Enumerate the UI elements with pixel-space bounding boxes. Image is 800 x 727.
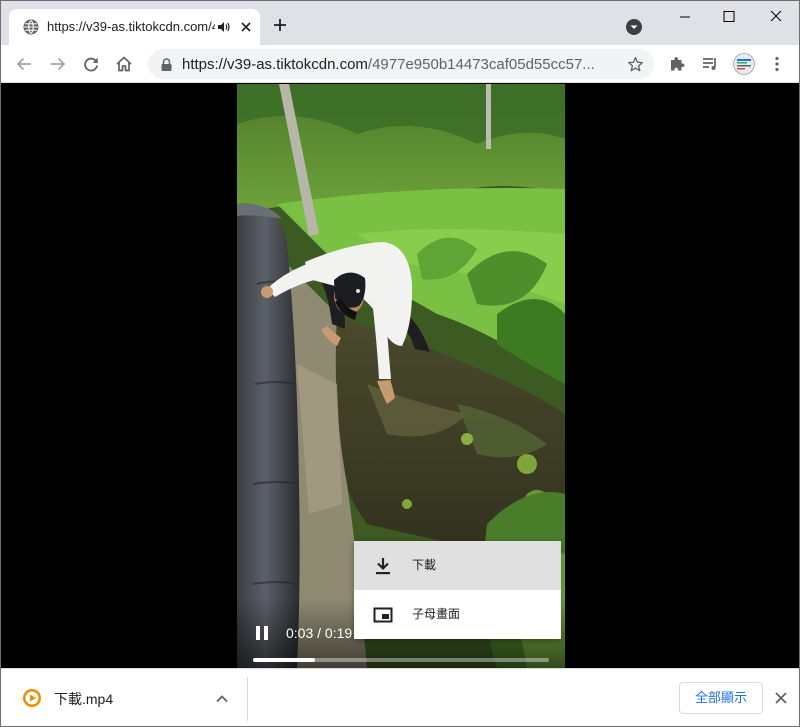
download-file-name: 下載.mp4 [54, 691, 114, 707]
profile-avatar-icon[interactable] [733, 53, 755, 75]
url-text: https://v39-as.tiktokcdn.com/4977e950b14… [182, 56, 612, 73]
picture-in-picture-icon [373, 607, 393, 623]
menu-item-picture-in-picture-label: 子母畫面 [412, 607, 461, 621]
download-shelf: 下載.mp4 全部顯示 [1, 668, 799, 726]
pause-icon[interactable] [256, 626, 268, 640]
maximize-icon[interactable] [705, 1, 753, 33]
video-context-menu: 下載 子母畫面 [354, 541, 561, 639]
time-display: 0:03 / 0:19 [286, 625, 353, 641]
progress-bar[interactable] [253, 658, 549, 662]
shelf-divider [247, 677, 248, 721]
show-all-button[interactable]: 全部顯示 [679, 682, 763, 714]
minimize-icon[interactable] [661, 1, 709, 33]
address-bar[interactable]: https://v39-as.tiktokcdn.com/4977e950b14… [148, 49, 654, 79]
url-host: https://v39-as.tiktokcdn.com [182, 56, 368, 73]
media-control-icon[interactable] [701, 55, 719, 73]
extensions-puzzle-icon[interactable] [668, 55, 686, 73]
tab-search-dropdown-icon[interactable] [626, 19, 642, 35]
speaker-icon[interactable] [217, 20, 231, 34]
menu-item-download[interactable]: 下載 [354, 541, 561, 590]
download-icon [376, 558, 390, 575]
menu-item-picture-in-picture[interactable]: 子母畫面 [354, 590, 561, 639]
forward-arrow-icon[interactable] [49, 55, 67, 73]
active-tab[interactable]: https://v39-as.tiktokcdn.com/4977e950b14… [9, 9, 260, 45]
chevron-up-icon[interactable] [215, 692, 229, 706]
browser-toolbar: https://v39-as.tiktokcdn.com/4977e950b14… [1, 45, 799, 83]
new-tab-plus-icon[interactable] [273, 18, 287, 32]
page-content: 0:03 / 0:19 下載 子母畫面 [1, 84, 799, 668]
tab-title: https://v39-as.tiktokcdn.com/4977e950b14… [47, 19, 215, 34]
bookmark-star-icon[interactable] [627, 56, 644, 73]
back-arrow-icon[interactable] [15, 55, 33, 73]
tab-strip: https://v39-as.tiktokcdn.com/4977e950b14… [1, 1, 800, 45]
kebab-menu-icon[interactable] [768, 55, 786, 73]
close-shelf-icon[interactable] [774, 691, 788, 705]
browser-window: https://v39-as.tiktokcdn.com/4977e950b14… [0, 0, 800, 727]
menu-item-download-label: 下載 [412, 558, 437, 572]
progress-bar-fill [253, 658, 316, 662]
globe-icon [23, 19, 39, 35]
lock-icon[interactable] [161, 58, 172, 71]
window-close-icon[interactable] [752, 1, 800, 33]
reload-icon[interactable] [82, 55, 100, 73]
close-tab-icon[interactable] [239, 20, 253, 34]
media-file-icon [23, 689, 41, 707]
home-icon[interactable] [115, 55, 133, 73]
url-path: /4977e950b14473caf05d55cc57... [367, 56, 595, 73]
